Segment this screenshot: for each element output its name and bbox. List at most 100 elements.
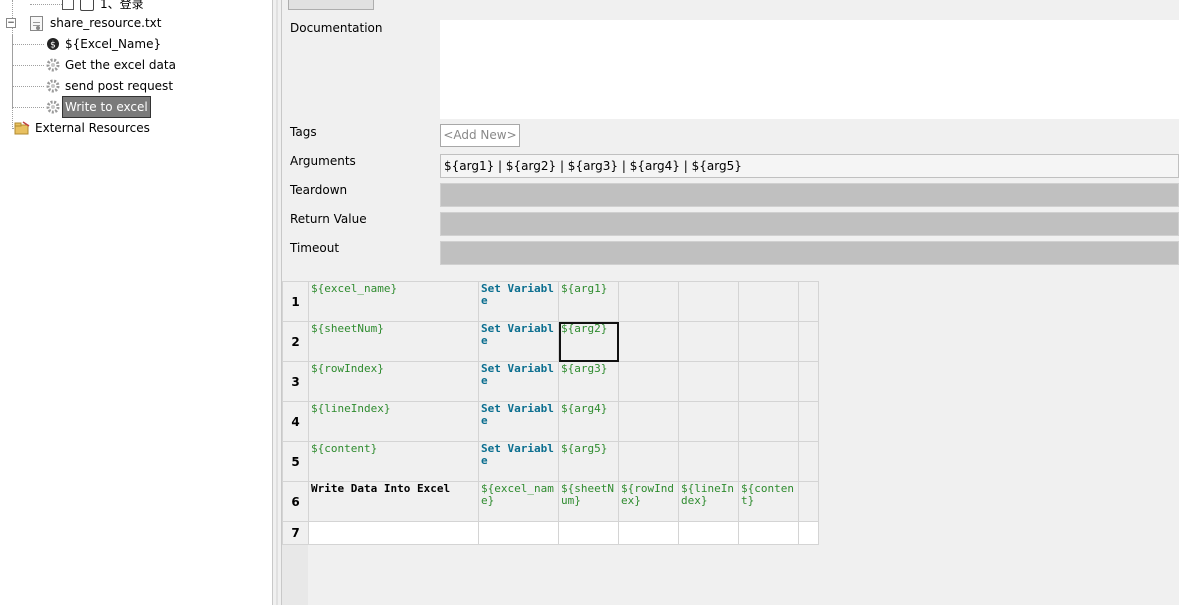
- tree-item-label: ${Excel_Name}: [65, 37, 162, 51]
- grid-cell[interactable]: Set Variable: [478, 321, 559, 362]
- tree-connector: [30, 4, 62, 5]
- grid-cell[interactable]: [798, 321, 819, 362]
- grid-cell[interactable]: [798, 441, 819, 482]
- gear-icon: [46, 100, 60, 114]
- grid-cell[interactable]: ${lineIndex}: [678, 481, 739, 522]
- grid-cell[interactable]: [678, 521, 739, 545]
- step-grid[interactable]: 1 ${excel_name} Set Variable ${arg1} 2 ${shee…: [282, 281, 1179, 605]
- teardown-field[interactable]: [440, 183, 1179, 207]
- variable-icon: $: [46, 37, 60, 51]
- grid-cell[interactable]: [478, 521, 559, 545]
- test-case-icon: [80, 0, 94, 11]
- grid-cell[interactable]: [738, 321, 799, 362]
- svg-text:$: $: [50, 41, 56, 51]
- grid-cell[interactable]: ${rowIndex}: [618, 481, 679, 522]
- row-number[interactable]: 7: [282, 521, 309, 545]
- grid-cell[interactable]: ${content}: [308, 441, 479, 482]
- grid-cell[interactable]: Set Variable: [478, 361, 559, 402]
- grid-cell[interactable]: [308, 521, 479, 545]
- tree-item-label: send post request: [65, 79, 174, 93]
- grid-cell[interactable]: [738, 401, 799, 442]
- grid-cell[interactable]: [678, 441, 739, 482]
- table-row: 5 ${content} Set Variable ${arg5}: [282, 441, 819, 482]
- grid-cell[interactable]: ${excel_name}: [308, 281, 479, 322]
- return-value-field[interactable]: [440, 212, 1179, 236]
- grid-cell[interactable]: Write Data Into Excel: [308, 481, 479, 522]
- row-number[interactable]: 6: [282, 481, 309, 522]
- grid-cell[interactable]: ${arg1}: [558, 281, 619, 322]
- tree-item-keyword[interactable]: Get the excel data: [46, 55, 246, 75]
- folder-icon: [14, 121, 30, 135]
- tree-item-external-resources[interactable]: External Resources: [14, 118, 214, 138]
- row-number[interactable]: 1: [282, 281, 309, 322]
- grid-cell[interactable]: ${arg5}: [558, 441, 619, 482]
- grid-cell[interactable]: ${sheetNum}: [308, 321, 479, 362]
- grid-cell[interactable]: [558, 521, 619, 545]
- gear-icon: [46, 79, 60, 93]
- table-row: 7: [282, 521, 819, 545]
- tree-item-keyword-selected[interactable]: Write to excel: [46, 96, 246, 118]
- grid-cell[interactable]: [678, 281, 739, 322]
- grid-cell[interactable]: ${arg4}: [558, 401, 619, 442]
- grid-cell[interactable]: [798, 361, 819, 402]
- grid-cell[interactable]: [738, 521, 799, 545]
- grid-cell[interactable]: [678, 321, 739, 362]
- grid-cell[interactable]: [798, 481, 819, 522]
- row-number[interactable]: 3: [282, 361, 309, 402]
- arguments-label: Arguments: [290, 154, 356, 168]
- grid-cell[interactable]: [798, 401, 819, 442]
- grid-cell[interactable]: [618, 361, 679, 402]
- grid-cell[interactable]: [618, 281, 679, 322]
- tree-connector: [12, 65, 44, 66]
- tree-item-label: 1、登录: [100, 0, 144, 11]
- grid-cell[interactable]: ${excel_name}: [478, 481, 559, 522]
- tree-item-label: External Resources: [35, 121, 150, 135]
- grid-cell[interactable]: ${arg2}: [558, 321, 619, 362]
- pane-splitter[interactable]: [272, 0, 282, 605]
- arguments-field[interactable]: ${arg1} | ${arg2} | ${arg3} | ${arg4} | …: [440, 154, 1179, 178]
- grid-cell[interactable]: Set Variable: [478, 401, 559, 442]
- grid-cell[interactable]: [738, 281, 799, 322]
- table-row: 1 ${excel_name} Set Variable ${arg1}: [282, 281, 819, 322]
- tags-label: Tags: [290, 125, 317, 139]
- table-row: 3 ${rowIndex} Set Variable ${arg3}: [282, 361, 819, 402]
- timeout-label: Timeout: [290, 241, 340, 255]
- grid-cell[interactable]: [618, 521, 679, 545]
- grid-cell[interactable]: [798, 521, 819, 545]
- grid-cell[interactable]: [678, 401, 739, 442]
- grid-cell[interactable]: [618, 441, 679, 482]
- step-table[interactable]: 1 ${excel_name} Set Variable ${arg1} 2 ${shee…: [282, 281, 819, 545]
- documentation-field[interactable]: [440, 20, 1179, 119]
- teardown-label: Teardown: [290, 183, 348, 197]
- gear-icon: [46, 58, 60, 72]
- grid-cell[interactable]: ${rowIndex}: [308, 361, 479, 402]
- tree-item-variable[interactable]: $ ${Excel_Name}: [46, 34, 246, 54]
- grid-cell[interactable]: [678, 361, 739, 402]
- settings-button[interactable]: [288, 0, 374, 10]
- grid-cell[interactable]: [738, 441, 799, 482]
- grid-cell[interactable]: Set Variable: [478, 281, 559, 322]
- row-number[interactable]: 2: [282, 321, 309, 362]
- tree-item-resource-file[interactable]: − share_resource.txt: [6, 13, 266, 33]
- tree-item-login[interactable]: 1、登录: [60, 0, 260, 14]
- timeout-field[interactable]: [440, 241, 1179, 265]
- tree-item-label: Write to excel: [62, 96, 151, 118]
- grid-cell[interactable]: ${lineIndex}: [308, 401, 479, 442]
- resource-tree[interactable]: 1、登录 − share_resource.txt $ ${Excel_Name…: [0, 0, 272, 605]
- grid-cell[interactable]: [618, 401, 679, 442]
- grid-cell[interactable]: Set Variable: [478, 441, 559, 482]
- tree-item-keyword[interactable]: send post request: [46, 76, 246, 96]
- grid-cell[interactable]: [798, 281, 819, 322]
- add-tag-button[interactable]: <Add New>: [440, 124, 520, 147]
- grid-cell[interactable]: [738, 361, 799, 402]
- row-number[interactable]: 5: [282, 441, 309, 482]
- collapse-icon[interactable]: −: [6, 18, 16, 28]
- grid-cell[interactable]: ${content}: [738, 481, 799, 522]
- row-number[interactable]: 4: [282, 401, 309, 442]
- tree-connector: [12, 107, 44, 108]
- grid-cell[interactable]: [618, 321, 679, 362]
- documentation-label: Documentation: [290, 21, 383, 35]
- grid-cell[interactable]: ${arg3}: [558, 361, 619, 402]
- grid-cell[interactable]: ${sheetNum}: [558, 481, 619, 522]
- checkbox-icon[interactable]: [62, 0, 74, 10]
